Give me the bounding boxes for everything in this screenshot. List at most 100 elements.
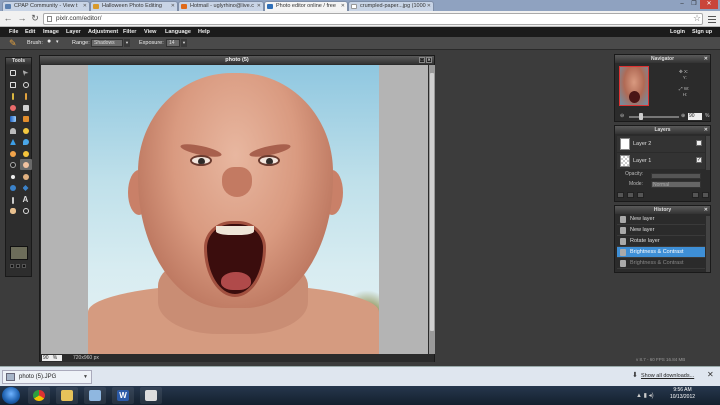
chevron-down-icon[interactable]: ▼ bbox=[124, 39, 130, 47]
layers-scrollbar[interactable] bbox=[706, 136, 710, 170]
clone-tool-icon[interactable] bbox=[7, 125, 19, 136]
address-bar[interactable]: pixlr.com/editor/ bbox=[43, 13, 703, 25]
pinch-tool-icon[interactable] bbox=[20, 182, 32, 193]
new-layer-icon[interactable] bbox=[692, 192, 699, 198]
history-item[interactable]: New layer bbox=[617, 225, 705, 236]
bookmark-star-icon[interactable]: ☆ bbox=[693, 14, 701, 23]
history-item[interactable]: New layer bbox=[617, 214, 705, 225]
hand-tool-icon[interactable] bbox=[7, 205, 19, 216]
close-icon[interactable]: ✕ bbox=[171, 2, 175, 11]
spot-heal-tool-icon[interactable] bbox=[20, 171, 32, 182]
menu-view[interactable]: View bbox=[144, 27, 156, 37]
browser-tab-cpap[interactable]: CPAP Community - View t ✕ bbox=[2, 1, 90, 11]
bucket-tool-icon[interactable] bbox=[20, 113, 32, 124]
opacity-slider[interactable] bbox=[651, 173, 701, 179]
login-link[interactable]: Login bbox=[670, 27, 685, 37]
picker-tool-icon[interactable] bbox=[7, 194, 19, 205]
tray-icons[interactable]: ▲ ▮ ◂) bbox=[636, 392, 654, 399]
menu-icon[interactable] bbox=[708, 14, 716, 23]
signup-link[interactable]: Sign up bbox=[692, 27, 712, 37]
system-clock[interactable]: 9:56 AM 10/13/2012 bbox=[660, 387, 705, 401]
bloat-tool-icon[interactable] bbox=[7, 182, 19, 193]
close-icon[interactable]: ✕ bbox=[426, 57, 432, 63]
chevron-down-icon[interactable]: ▼ bbox=[83, 371, 88, 383]
drawing-tool-icon[interactable] bbox=[7, 136, 19, 147]
menu-image[interactable]: Image bbox=[43, 27, 59, 37]
smudge-tool-icon[interactable] bbox=[20, 148, 32, 159]
exposure-input[interactable]: 14 bbox=[166, 39, 180, 47]
show-all-downloads-link[interactable]: Show all downloads... bbox=[641, 373, 694, 379]
brush-dropdown-icon[interactable]: ▾ bbox=[56, 39, 59, 45]
layer-visibility-checkbox[interactable] bbox=[696, 140, 702, 146]
reload-icon[interactable]: ↻ bbox=[30, 14, 40, 24]
taskbar-camera[interactable] bbox=[140, 387, 162, 404]
close-icon[interactable]: ✕ bbox=[341, 2, 345, 11]
history-scrollbar[interactable] bbox=[706, 216, 710, 272]
close-icon[interactable]: ✕ bbox=[257, 2, 261, 11]
marquee-tool-icon[interactable] bbox=[7, 79, 19, 90]
folder-icon[interactable] bbox=[637, 192, 644, 198]
maximize-icon[interactable]: □ bbox=[419, 57, 425, 63]
gradient-tool-icon[interactable] bbox=[7, 113, 19, 124]
scrollbar-thumb[interactable] bbox=[430, 73, 434, 331]
taskbar-explorer[interactable] bbox=[56, 387, 78, 404]
reset-colors-icon[interactable] bbox=[16, 264, 20, 268]
navigator-thumbnail[interactable] bbox=[619, 66, 649, 106]
menu-file[interactable]: File bbox=[9, 27, 18, 37]
menu-layer[interactable]: Layer bbox=[66, 27, 81, 37]
back-arrow-icon[interactable]: ← bbox=[3, 14, 13, 24]
eraser-tool-icon[interactable] bbox=[20, 102, 32, 113]
layer-row[interactable]: Layer 1 ✓ bbox=[617, 153, 705, 169]
minimize-icon[interactable]: – bbox=[676, 0, 688, 9]
photo-window-titlebar[interactable]: photo (5) □ ✕ bbox=[40, 56, 434, 64]
blend-mode-select[interactable]: Normal bbox=[651, 181, 701, 188]
swap-colors-icon[interactable] bbox=[10, 264, 14, 268]
redeye-tool-icon[interactable] bbox=[7, 171, 19, 182]
menu-edit[interactable]: Edit bbox=[25, 27, 35, 37]
brush-dot-icon[interactable]: ● bbox=[47, 38, 51, 45]
history-item[interactable]: Brightness & Contrast bbox=[617, 258, 705, 269]
navigator-zoom-input[interactable]: 90 bbox=[688, 113, 702, 120]
close-icon[interactable]: ✕ bbox=[427, 2, 431, 11]
browser-tab-crumpled[interactable]: crumpled-paper...jpg (1000 ✕ bbox=[348, 1, 434, 11]
layer-visibility-checkbox[interactable]: ✓ bbox=[696, 157, 702, 163]
sharpen-tool-icon[interactable] bbox=[7, 148, 19, 159]
zoom-slider[interactable] bbox=[629, 116, 679, 118]
close-icon[interactable]: ✕ bbox=[704, 55, 708, 63]
dodge-tool-icon[interactable] bbox=[19, 159, 32, 170]
taskbar-word[interactable]: W bbox=[112, 387, 134, 404]
taskbar-app[interactable] bbox=[84, 387, 106, 404]
close-icon[interactable]: ✕ bbox=[83, 2, 87, 11]
move-tool-icon[interactable] bbox=[20, 67, 32, 78]
image-canvas[interactable] bbox=[41, 65, 428, 354]
swatch-option-icon[interactable] bbox=[22, 264, 26, 268]
range-select[interactable]: Shadows bbox=[91, 39, 123, 47]
canvas-vertical-scrollbar[interactable] bbox=[429, 65, 435, 354]
type-tool-icon[interactable]: A bbox=[20, 194, 32, 205]
sponge-tool-icon[interactable] bbox=[7, 159, 19, 170]
layer-settings-icon[interactable] bbox=[617, 192, 624, 198]
menu-adjustment[interactable]: Adjustment bbox=[88, 27, 118, 37]
trash-icon[interactable] bbox=[702, 192, 709, 198]
layer-mask-icon[interactable] bbox=[627, 192, 634, 198]
zoom-tool-icon[interactable] bbox=[20, 205, 32, 216]
history-item-active[interactable]: Brightness & Contrast bbox=[617, 247, 705, 258]
chevron-down-icon[interactable]: ▼ bbox=[181, 39, 187, 47]
crop-tool-icon[interactable] bbox=[7, 67, 19, 78]
colorreplace-tool-icon[interactable] bbox=[20, 125, 32, 136]
menu-help[interactable]: Help bbox=[198, 27, 210, 37]
window-close-icon[interactable]: ✕ bbox=[700, 0, 718, 9]
lasso-tool-icon[interactable] bbox=[20, 79, 32, 90]
browser-tab-pixlr[interactable]: Photo editor online / free ✕ bbox=[264, 1, 348, 11]
menu-filter[interactable]: Filter bbox=[123, 27, 136, 37]
close-icon[interactable]: ✕ bbox=[704, 126, 708, 134]
start-button-icon[interactable] bbox=[2, 387, 20, 404]
brush-tool-icon[interactable] bbox=[7, 102, 19, 113]
history-item[interactable]: Rotate layer bbox=[617, 236, 705, 247]
zoom-out-icon[interactable]: ⊖ bbox=[620, 113, 624, 120]
layer-row[interactable]: Layer 2 bbox=[617, 136, 705, 152]
zoom-input[interactable]: 90 % bbox=[42, 355, 62, 361]
download-item[interactable]: photo (5).JPG ▼ bbox=[2, 370, 92, 384]
close-icon[interactable]: ✕ bbox=[707, 370, 714, 379]
browser-tab-halloween[interactable]: Halloween Photo Editing ✕ bbox=[90, 1, 178, 11]
